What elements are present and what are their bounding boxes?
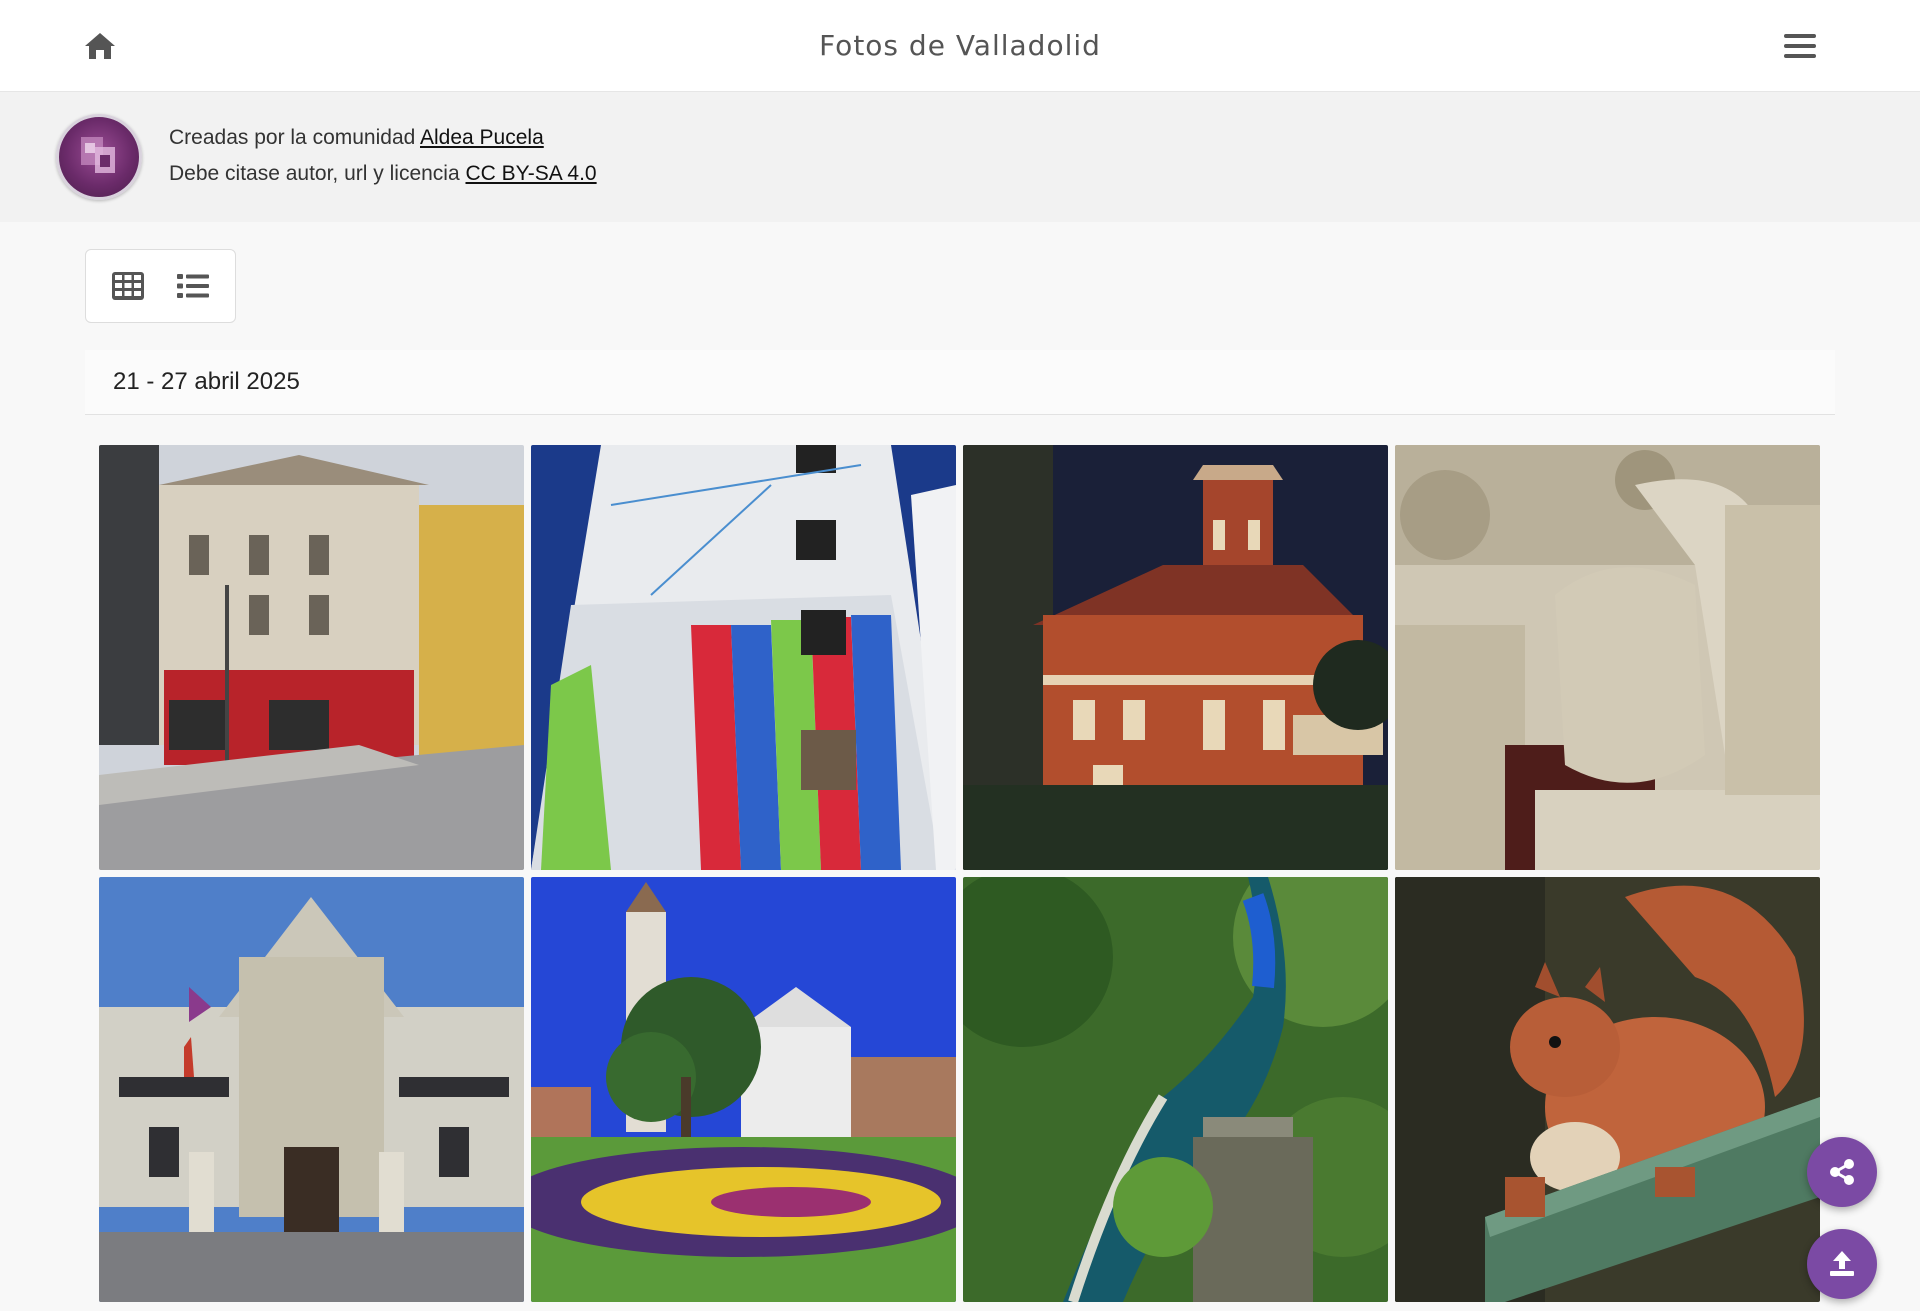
list-view-button[interactable]: [171, 264, 215, 308]
photo-thumbnail[interactable]: [1395, 445, 1820, 870]
week-label: 21 - 27 abril 2025: [113, 368, 300, 395]
week-header: 21 - 27 abril 2025: [85, 350, 1835, 415]
creator-text: Creadas por la comunidad: [169, 126, 420, 149]
photo-thumbnail[interactable]: [99, 445, 524, 870]
license-text: Debe citase autor, url y licencia: [169, 162, 466, 185]
photo-thumbnail[interactable]: [99, 877, 524, 1302]
home-icon: [85, 33, 115, 59]
upload-button[interactable]: [1807, 1229, 1877, 1299]
photo-thumbnail[interactable]: [1395, 877, 1820, 1302]
top-navigation-bar: Fotos de Valladolid: [0, 0, 1920, 92]
creator-line: Creadas por la comunidad Aldea Pucela: [169, 126, 544, 150]
menu-button[interactable]: [1782, 28, 1818, 64]
share-icon: [1830, 1159, 1854, 1185]
license-line: Debe citase autor, url y licencia CC BY-…: [169, 162, 597, 186]
hamburger-menu-icon: [1784, 34, 1816, 58]
community-link[interactable]: Aldea Pucela: [420, 126, 544, 149]
photo-thumbnail[interactable]: [963, 877, 1388, 1302]
photo-thumbnail[interactable]: [531, 877, 956, 1302]
grid-view-icon: [112, 272, 145, 300]
community-avatar: [56, 114, 142, 200]
view-toggle-group: [85, 249, 236, 323]
list-view-icon: [176, 274, 209, 298]
share-button[interactable]: [1807, 1137, 1877, 1207]
grid-view-button[interactable]: [106, 264, 150, 308]
photo-thumbnail[interactable]: [963, 445, 1388, 870]
home-button[interactable]: [80, 28, 120, 64]
photo-thumbnail[interactable]: [531, 445, 956, 870]
page-title: Fotos de Valladolid: [819, 29, 1101, 62]
license-link[interactable]: CC BY-SA 4.0: [465, 162, 596, 185]
upload-icon: [1830, 1251, 1854, 1276]
community-info-banner: Creadas por la comunidad Aldea Pucela De…: [0, 92, 1920, 222]
